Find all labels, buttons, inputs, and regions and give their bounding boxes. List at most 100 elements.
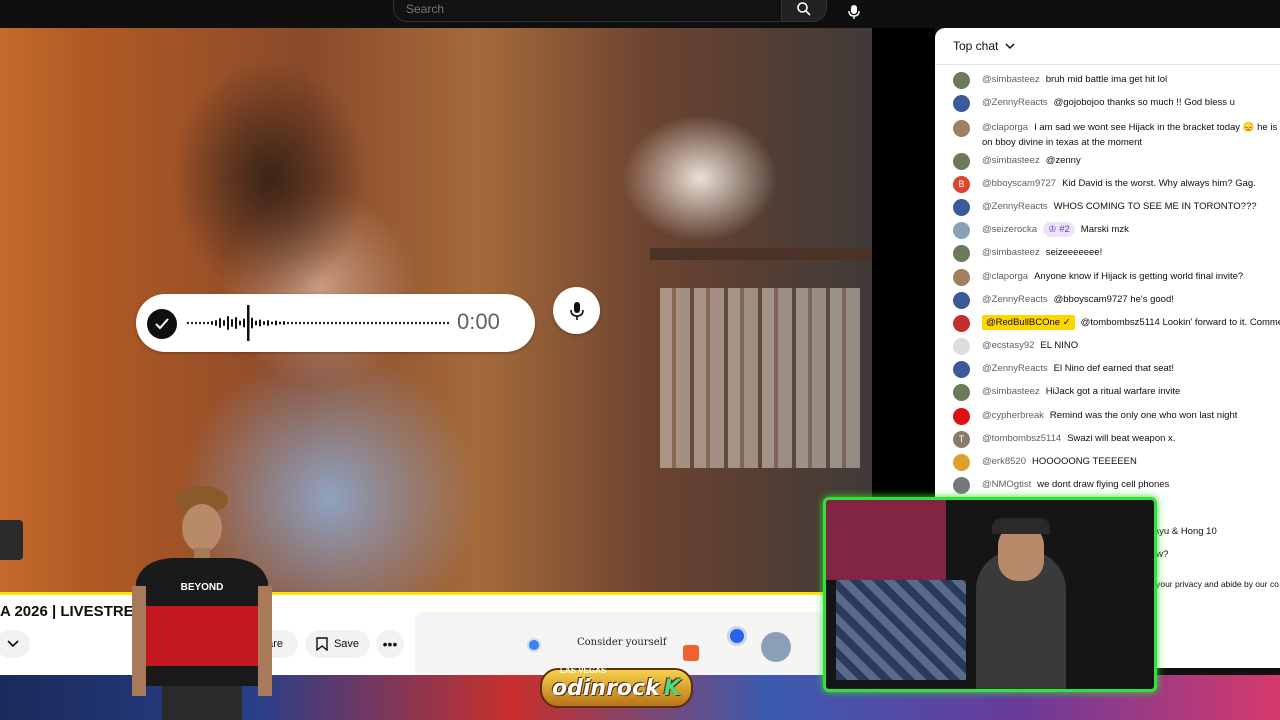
avatar[interactable]: B [953,176,970,193]
waveform-bar [439,321,441,325]
chat-message-text: @claporga Anyone know if Hijack is gettin… [982,269,1280,284]
waveform-bar [351,321,353,325]
chat-username[interactable]: @cypherbreak [982,410,1044,421]
chat-disclaimer: d your privacy and abide by our co [1149,579,1279,589]
waveform-bar [339,321,341,325]
chat-text: bruh mid battle ima get hit lol [1045,74,1168,85]
check-icon [155,318,169,330]
chat-username[interactable]: @ecstasy92 [982,340,1034,351]
avatar[interactable] [953,315,970,332]
chat-title: Top chat [953,39,999,53]
chat-message-text: @simbasteez HiJack got a ritual warfare i… [982,384,1280,399]
bookmark-icon [316,637,328,651]
chat-text: WHOS COMING TO SEE ME IN TORONTO??? [1053,201,1257,212]
chat-text: EL NINO [1040,340,1079,351]
chat-username[interactable]: @NMOgtist [982,479,1031,490]
waveform-bar [371,321,373,325]
confirm-recording-button[interactable] [147,309,177,339]
avatar[interactable] [953,95,970,112]
more-actions-button[interactable]: ••• [376,630,404,658]
shirt-text: BEYOND [181,582,224,593]
chat-message-text: @ZennyReacts @bboyscam9727 he's good! [982,292,1280,307]
waveform-bar [255,320,257,326]
chat-message-partial: Ayu & Hong 10 [1153,526,1217,537]
chat-username[interactable]: @simbasteez [982,155,1040,166]
waveform-bar [299,321,301,325]
search-button[interactable] [781,0,827,22]
logo-k: K [663,675,681,701]
chat-message-text: @bboyscam9727 Kid David is the worst. Why… [982,176,1280,191]
waveform-bar [271,321,273,325]
waveform-bar [251,317,253,329]
waveform-bar [291,321,293,325]
chat-username[interactable]: @simbasteez [982,247,1040,258]
avatar[interactable] [953,454,970,471]
chat-text-continued: on bboy divine in texas at the moment [982,137,1143,148]
chat-username[interactable]: @ZennyReacts [982,294,1048,305]
avatar[interactable]: T [953,431,970,448]
chat-username[interactable]: @erk8520 [982,456,1026,467]
waveform-bar [407,321,409,325]
waveform-bar [335,321,337,325]
avatar[interactable] [953,384,970,401]
avatar[interactable] [953,292,970,309]
chat-username[interactable]: @simbasteez [982,386,1040,397]
waveform-bar [447,321,449,325]
voice-search-button[interactable] [840,0,868,24]
chat-username[interactable]: @claporga [982,122,1028,133]
avatar[interactable] [953,245,970,262]
avatar[interactable] [953,153,970,170]
chat-text: @bboyscam9727 he's good! [1053,294,1174,305]
waveform-bar [415,321,417,325]
avatar [761,632,791,662]
chat-text: @gojobojoo thanks so much !! God bless u [1053,97,1235,108]
avatar[interactable] [953,120,970,137]
chat-username[interactable]: @ZennyReacts [982,97,1048,108]
waveform-bar [219,318,221,328]
avatar[interactable] [953,477,970,494]
side-panel-toggle[interactable] [0,520,23,560]
chat-username[interactable]: @ZennyReacts [982,363,1048,374]
chat-text: @tombombsz5114 Lookin' forward to it. Co… [1080,317,1280,328]
waveform-bar [199,321,201,325]
chat-username[interactable]: @ZennyReacts [982,201,1048,212]
chat-text: @zenny [1045,155,1081,166]
waveform-bar [395,321,397,325]
avatar[interactable] [953,338,970,355]
chat-username[interactable]: @bboyscam9727 [982,178,1056,189]
waveform-bar [399,321,401,325]
save-button[interactable]: Save [305,630,370,658]
waveform-bar [367,321,369,325]
books [660,288,860,468]
chat-username[interactable]: @simbasteez [982,74,1040,85]
waveform-bar [327,321,329,325]
waveform-bar [259,319,261,327]
microphone-button[interactable] [553,287,600,334]
chat-mode-dropdown[interactable]: Top chat [953,39,1015,53]
avatar[interactable] [953,361,970,378]
chat-username[interactable]: @seizerocka [982,224,1037,235]
avatar[interactable] [953,269,970,286]
webcam-background [826,500,946,580]
avatar[interactable] [953,72,970,89]
chat-text: I am sad we wont see Hijack in the brack… [1034,122,1278,133]
chat-username[interactable]: @tombombsz5114 [982,433,1061,444]
more-icon: ••• [382,636,398,652]
search-input[interactable]: Search [393,0,783,22]
chat-username[interactable]: @RedBullBCOne ✓ [982,315,1075,330]
avatar[interactable] [953,199,970,216]
chat-text: Swazi will beat weapon x. [1067,433,1176,444]
chat-message-text: @NMOgtist we dont draw flying cell phones [982,477,1280,492]
chat-message-text: @ZennyReacts WHOS COMING TO SEE ME IN TOR… [982,199,1280,214]
avatar[interactable] [953,222,970,239]
search-app-icon [683,645,699,661]
waveform-bar [227,316,229,330]
chat-message-text: @RedBullBCOne ✓ @tombombsz5114 Lookin' fo… [982,315,1280,330]
chat-text: El Nino def earned that seat! [1053,363,1175,374]
expand-button[interactable] [0,630,30,658]
waveform-bar [323,321,325,325]
waveform-bar [303,321,305,325]
avatar[interactable] [953,408,970,425]
chat-username[interactable]: @claporga [982,271,1028,282]
waveform-bar [211,321,213,325]
